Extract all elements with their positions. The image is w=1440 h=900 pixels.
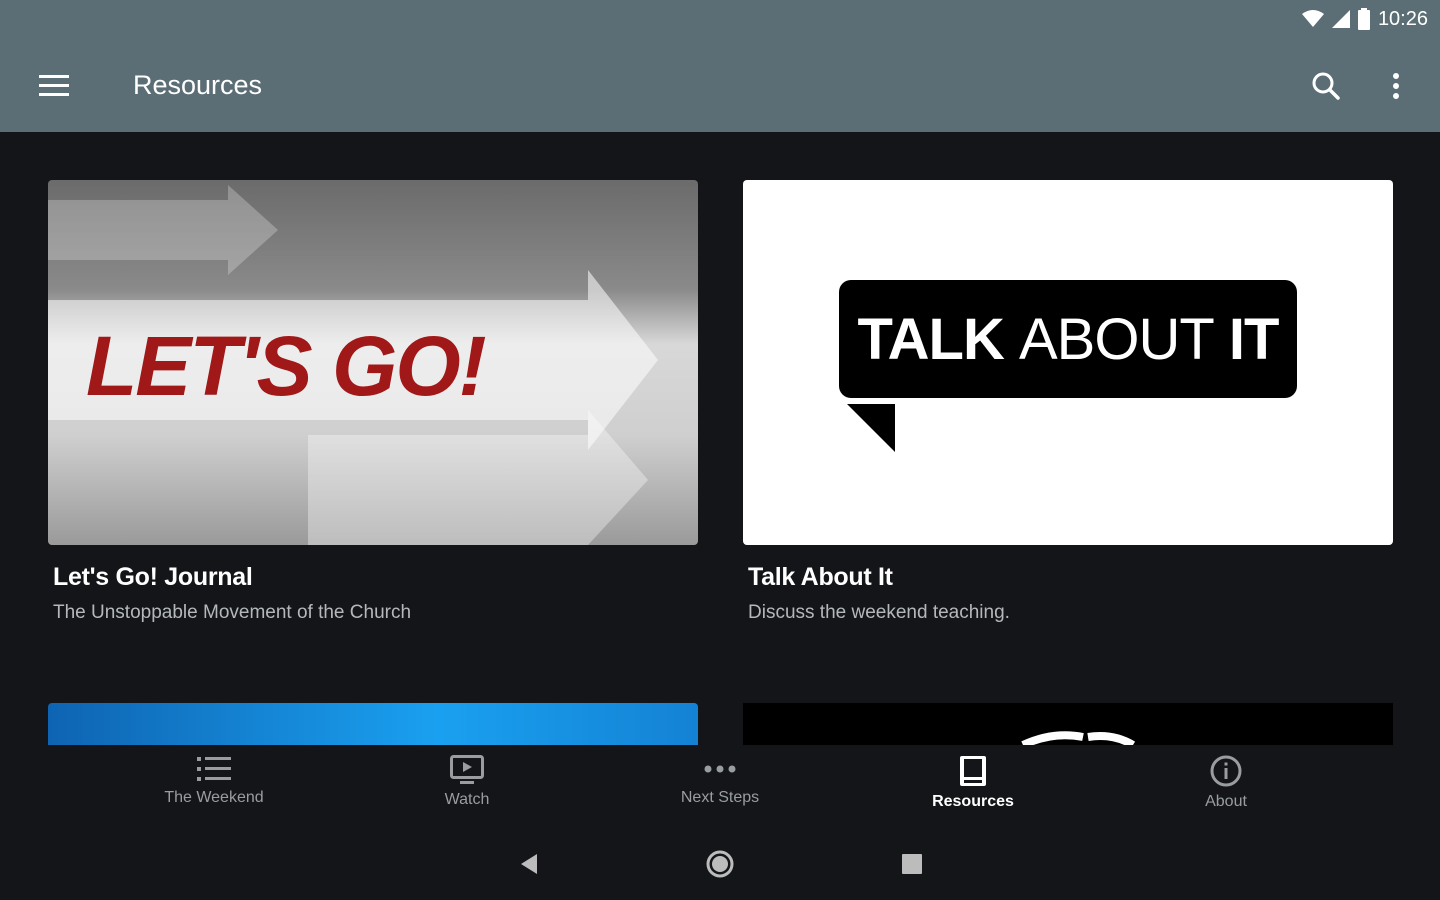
page-title: Resources <box>133 70 263 100</box>
lets-go-logo-text: LET'S GO! <box>86 319 487 413</box>
signal-icon <box>1331 10 1350 28</box>
search-button[interactable] <box>1304 64 1348 108</box>
nav-item-resources[interactable]: Resources <box>863 755 1083 811</box>
nav-label: Resources <box>932 793 1014 810</box>
nav-item-about[interactable]: About <box>1116 755 1336 811</box>
card-subtitle: The Unstoppable Movement of the Church <box>53 602 412 623</box>
recents-square-icon <box>902 854 922 874</box>
resource-card-image-partial[interactable] <box>743 703 1393 745</box>
more-horizontal-icon <box>704 765 736 773</box>
system-navigation-bar <box>0 827 1440 900</box>
tv-icon <box>450 755 484 784</box>
nav-label: The Weekend <box>164 789 264 806</box>
card-title: Talk About It <box>748 563 893 591</box>
resource-card-talk-about-it[interactable]: TALK ABOUT IT Talk About It Discuss the … <box>743 180 1393 624</box>
resource-card-image-partial[interactable] <box>48 703 698 745</box>
status-time: 10:26 <box>1377 7 1428 30</box>
back-button[interactable] <box>514 849 544 879</box>
search-icon <box>1312 72 1340 100</box>
home-circle-icon <box>706 850 734 878</box>
speech-bubble: TALK ABOUT IT <box>839 280 1297 398</box>
speech-bubble-tail <box>847 404 895 452</box>
info-icon <box>1210 755 1242 787</box>
status-bar: 10:26 <box>1301 6 1428 32</box>
bottom-navigation: The Weekend Watch Next Steps Resources A… <box>0 745 1440 827</box>
wifi-icon <box>1301 10 1324 27</box>
card-subtitle: Discuss the weekend teaching. <box>748 602 1010 623</box>
nav-item-the-weekend[interactable]: The Weekend <box>104 755 324 807</box>
battery-icon <box>1357 8 1370 30</box>
back-triangle-icon <box>521 854 537 874</box>
partial-image-graphic <box>1021 731 1136 745</box>
book-icon <box>960 756 986 786</box>
list-icon <box>197 757 231 781</box>
nav-label: About <box>1205 793 1247 810</box>
nav-item-watch[interactable]: Watch <box>357 755 577 809</box>
overflow-menu-button[interactable] <box>1376 64 1416 108</box>
lets-go-image: LET'S GO! <box>48 180 698 545</box>
resource-card-lets-go[interactable]: LET'S GO! Let's Go! Journal The Unstoppa… <box>48 180 698 624</box>
more-vertical-icon <box>1393 73 1399 99</box>
menu-button[interactable] <box>34 66 74 106</box>
home-button[interactable] <box>705 849 735 879</box>
talk-logo-text: TALK ABOUT IT <box>857 306 1280 372</box>
nav-item-next-steps[interactable]: Next Steps <box>610 755 830 807</box>
nav-label: Next Steps <box>680 789 760 806</box>
app-bar: 10:26 Resources <box>0 0 1440 132</box>
nav-label: Watch <box>444 791 490 808</box>
card-title: Let's Go! Journal <box>53 563 253 591</box>
talk-about-it-image: TALK ABOUT IT <box>743 180 1393 545</box>
hamburger-menu-icon <box>39 75 69 96</box>
recents-button[interactable] <box>897 849 927 879</box>
